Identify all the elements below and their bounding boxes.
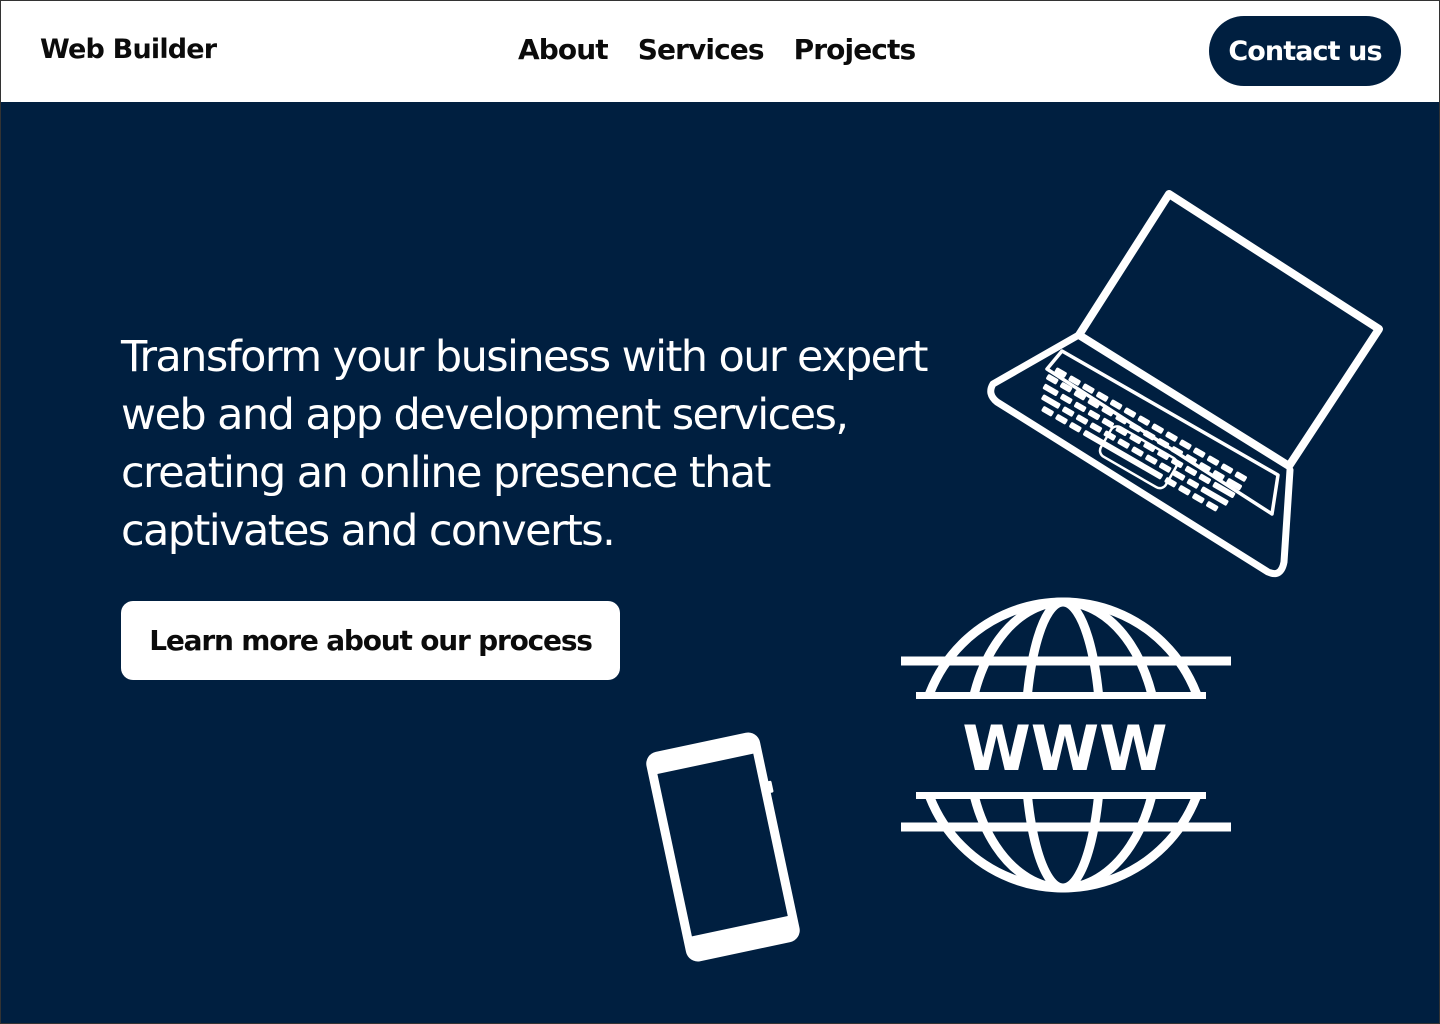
nav-link-services[interactable]: Services [638, 33, 765, 66]
smartphone-icon [646, 732, 800, 962]
hero-section: Transform your business with our expert … [1, 102, 1439, 1023]
top-navigation-bar: Web Builder About Services Projects Cont… [1, 1, 1439, 102]
nav-link-about[interactable]: About [518, 33, 609, 66]
laptop-icon [987, 190, 1383, 578]
brand-logo-text[interactable]: Web Builder [40, 34, 217, 65]
nav-links: About Services Projects [518, 33, 917, 66]
nav-link-projects[interactable]: Projects [794, 33, 917, 66]
globe-www-icon: WWW [901, 597, 1231, 893]
contact-us-button[interactable]: Contact us [1209, 16, 1401, 86]
hero-illustrations: WWW [646, 190, 1383, 962]
globe-www-text: WWW [962, 712, 1167, 785]
page: Web Builder About Services Projects Cont… [0, 0, 1440, 1024]
